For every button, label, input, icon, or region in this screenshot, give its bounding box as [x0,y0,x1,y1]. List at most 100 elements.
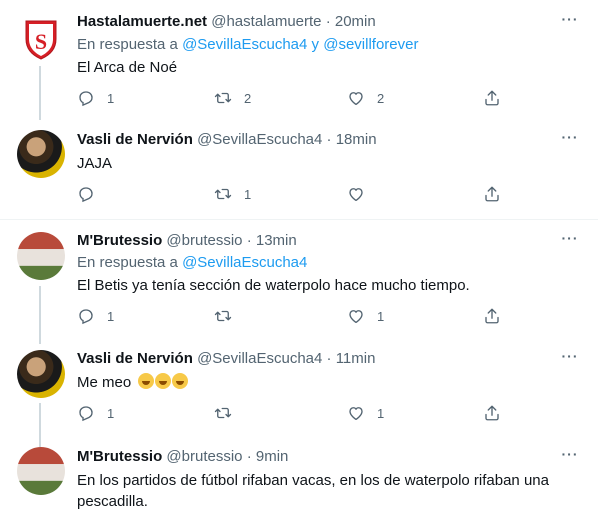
like-button[interactable]: 1 [347,403,384,423]
like-button[interactable] [347,184,377,204]
tweet[interactable]: M'Brutessio @brutessio · 9min ··· En los… [0,433,598,516]
tweet[interactable]: Vasli de Nervión @SevillaEscucha4 · 11mi… [0,337,598,447]
display-name[interactable]: M'Brutessio [77,232,162,249]
share-icon [485,186,499,202]
tweet-header: Vasli de Nervión @SevillaEscucha4 · 11mi… [77,349,375,369]
mention-link[interactable]: @SevillaEscucha4 [182,254,307,271]
share-icon [485,90,499,106]
timestamp[interactable]: 13min [256,232,297,249]
share-button[interactable] [483,184,501,204]
retweet-count: 1 [244,186,252,202]
tweet-text: JAJA [77,155,113,172]
action-bar: 1 1 [77,403,507,423]
tweet[interactable]: S Hastalamuerte.net @hastalamuerte · 20m… [0,0,598,120]
reply-count: 1 [107,308,115,324]
display-name[interactable]: Vasli de Nervión [77,350,193,367]
mention-link[interactable]: @sevillforever [323,36,418,53]
share-button[interactable] [483,88,501,108]
more-options-icon[interactable]: ··· [560,231,580,252]
user-handle[interactable]: @SevillaEscucha4 [197,131,322,148]
retweet-button[interactable] [214,306,244,326]
tweet-text: En los partidos de fútbol rifaban vacas,… [77,472,549,510]
more-options-icon[interactable]: ··· [560,447,580,468]
like-button[interactable]: 1 [347,306,384,326]
separator: · [246,232,252,249]
tweet-header: M'Brutessio @brutessio · 13min [77,231,297,251]
user-handle[interactable]: @brutessio [166,232,242,249]
reply-context: En respuesta a @SevillaEscucha4 [77,253,307,273]
retweet-icon [214,310,232,322]
separator: · [326,350,332,367]
tweet-header: Vasli de Nervión @SevillaEscucha4 · 18mi… [77,130,377,150]
heart-icon [349,188,363,202]
like-button[interactable]: 2 [347,88,384,108]
mention-link[interactable]: @SevillaEscucha4 [182,36,307,53]
tweet[interactable]: M'Brutessio @brutessio · 13min ··· En re… [0,220,598,344]
like-count: 1 [377,405,385,421]
tweet[interactable]: Vasli de Nervión @SevillaEscucha4 · 18mi… [0,114,598,218]
display-name[interactable]: Vasli de Nervión [77,131,193,148]
action-bar: 1 1 [77,306,507,326]
separator: · [325,13,331,30]
action-bar: 1 2 2 [77,88,507,108]
reply-button[interactable]: 1 [77,88,114,108]
tweet-text-content: Me meo [77,374,132,391]
user-handle[interactable]: @hastalamuerte [211,13,321,30]
reply-count: 1 [107,90,115,106]
reply-icon [79,309,93,325]
reply-context: En respuesta a @SevillaEscucha4 y @sevil… [77,35,418,55]
thread-line [39,66,41,120]
separator: · [246,448,252,465]
display-name[interactable]: Hastalamuerte.net [77,13,207,30]
thread-line [39,286,41,344]
separator: · [326,131,332,148]
stadium-photo-avatar[interactable] [17,447,65,495]
svg-text:S: S [35,29,47,54]
rofl-emoji-icon [155,373,172,389]
tweet-text: El Arca de Noé [77,59,178,76]
reply-icon [79,91,93,107]
retweet-icon [214,92,232,104]
timestamp[interactable]: 9min [256,448,289,465]
tweet-text: El Betis ya tenía sección de waterpolo h… [77,277,470,294]
timeline: S Hastalamuerte.net @hastalamuerte · 20m… [0,0,598,516]
retweet-icon [214,407,232,419]
share-icon [485,308,499,324]
more-options-icon[interactable]: ··· [560,130,580,151]
retweet-button[interactable]: 1 [214,184,251,204]
reply-icon [79,187,93,203]
more-options-icon[interactable]: ··· [560,12,580,33]
stadium-photo-avatar[interactable] [17,232,65,280]
timestamp[interactable]: 11min [336,350,376,367]
share-button[interactable] [483,306,501,326]
more-options-icon[interactable]: ··· [560,349,580,370]
share-button[interactable] [483,403,501,423]
reply-button[interactable] [77,184,107,204]
retweet-count: 2 [244,90,252,106]
user-handle[interactable]: @SevillaEscucha4 [197,350,322,367]
reply-button[interactable]: 1 [77,403,114,423]
like-count: 2 [377,90,385,106]
timestamp[interactable]: 18min [336,131,377,148]
tweet-text: Me meo [77,372,577,393]
retweet-button[interactable] [214,403,244,423]
rofl-emoji-icon [138,373,155,389]
heart-icon [349,407,363,421]
tweet-header: M'Brutessio @brutessio · 9min [77,447,288,467]
share-icon [485,405,499,421]
timestamp[interactable]: 20min [335,13,376,30]
reply-prefix: En respuesta a [77,254,178,271]
action-bar: 1 [77,184,507,204]
user-handle[interactable]: @brutessio [166,448,242,465]
reply-count: 1 [107,405,115,421]
player-photo-avatar[interactable] [17,350,65,398]
rofl-emoji-icon [138,373,189,391]
reply-button[interactable]: 1 [77,306,114,326]
retweet-button[interactable]: 2 [214,88,251,108]
retweet-icon [214,188,232,200]
rofl-emoji-icon [172,373,189,389]
player-photo-avatar[interactable] [17,130,65,178]
display-name[interactable]: M'Brutessio [77,448,162,465]
reply-conjunction: y [311,36,320,53]
sevilla-crest-icon[interactable]: S [17,13,65,61]
